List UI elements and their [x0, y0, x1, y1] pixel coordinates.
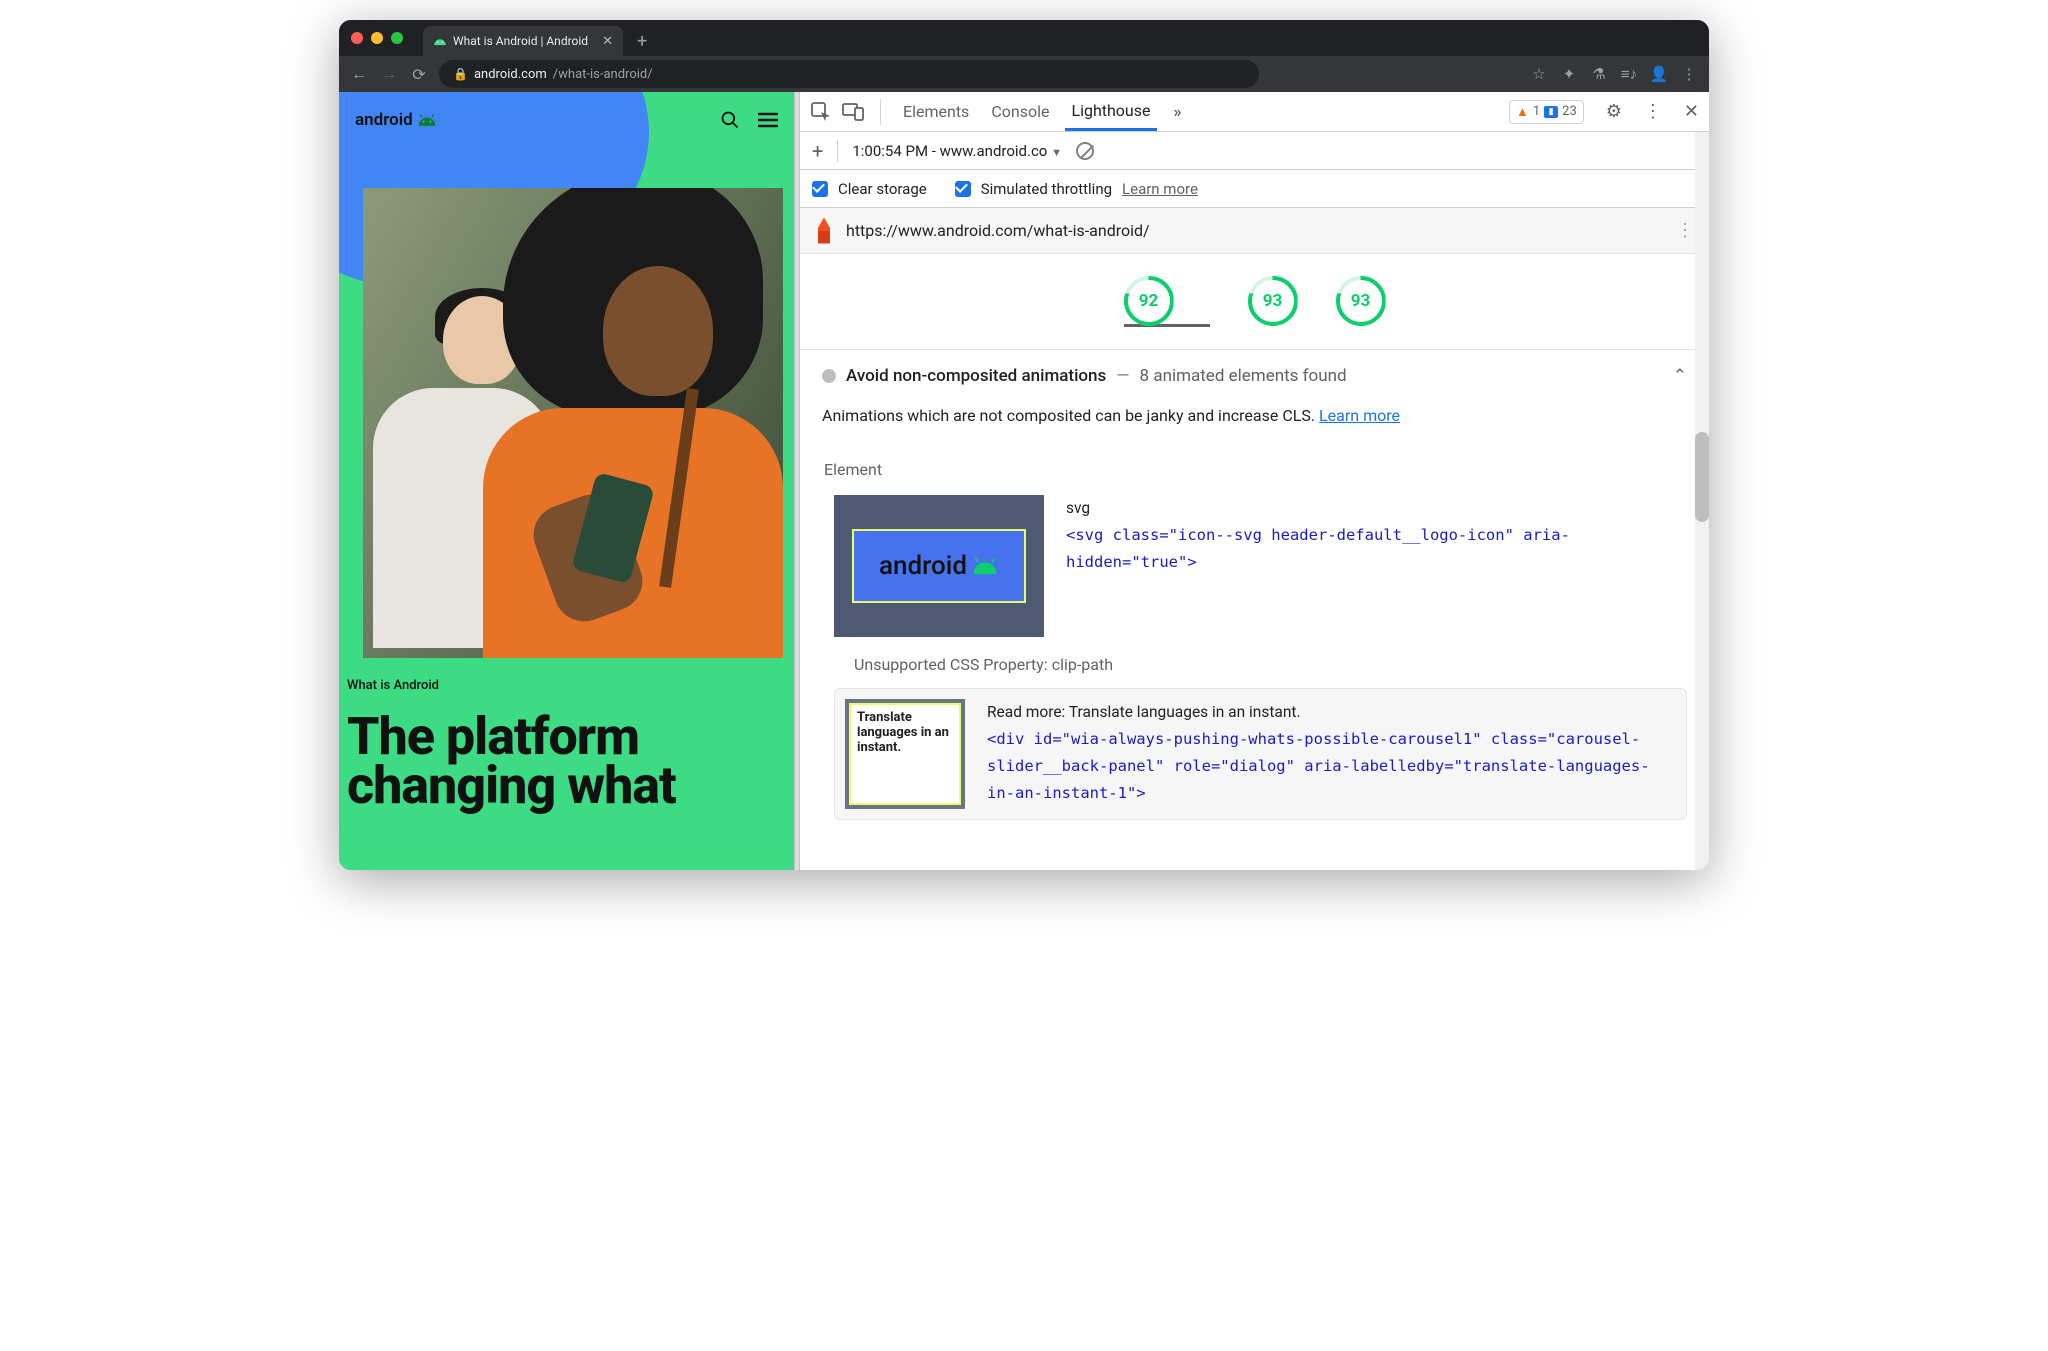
devtools-tabbar: Elements Console Lighthouse » ▲1▮23 ⚙ ⋮ …	[800, 92, 1709, 132]
rendered-page: android What is Android The platformchan…	[339, 92, 794, 870]
brand-logo[interactable]: android	[355, 110, 437, 130]
browser-window: What is Android | Android ✕ + ← → ⟳ 🔒 an…	[339, 20, 1709, 870]
audit-header[interactable]: Avoid non-composited animations — 8 anim…	[822, 366, 1687, 386]
inspect-element-icon[interactable]	[810, 101, 832, 123]
tab-elements[interactable]: Elements	[897, 92, 975, 131]
audited-url-row: https://www.android.com/what-is-android/…	[800, 208, 1709, 254]
audit-title: Avoid non-composited animations	[846, 366, 1106, 386]
report-selector[interactable]: 1:00:54 PM - www.android.co ▼	[852, 142, 1062, 160]
element-code-2[interactable]: <div id="wia-always-pushing-whats-possib…	[987, 726, 1676, 807]
devtools-scrollbar[interactable]	[1695, 132, 1709, 870]
audit-item: Avoid non-composited animations — 8 anim…	[800, 349, 1709, 836]
window-titlebar: What is Android | Android ✕ +	[339, 20, 1709, 56]
new-report-button[interactable]: +	[812, 139, 823, 163]
simulated-throttling-checkbox[interactable]	[955, 181, 971, 197]
hamburger-menu-icon[interactable]	[758, 112, 778, 128]
bookmark-star-icon[interactable]: ☆	[1529, 65, 1549, 83]
element-thumbnail-2[interactable]: Translate languages in an instant.	[845, 699, 965, 809]
element-readmore-2: Read more: Translate languages in an ins…	[987, 699, 1676, 726]
tab-title: What is Android | Android	[453, 34, 588, 48]
search-icon[interactable]	[720, 110, 740, 130]
url-host: android.com	[474, 67, 547, 82]
element-section-label: Element	[824, 460, 1687, 479]
hero-image	[363, 188, 783, 658]
page-headline: The platformchanging what	[347, 713, 794, 811]
settings-gear-icon[interactable]: ⚙	[1606, 101, 1622, 122]
nav-toolbar: ← → ⟳ 🔒 android.com/what-is-android/ ☆ ✦…	[339, 56, 1709, 92]
lighthouse-options: Clear storage Simulated throttling Learn…	[800, 170, 1709, 208]
audit-status-icon	[822, 369, 836, 383]
issues-badge[interactable]: ▲1▮23	[1509, 100, 1584, 124]
reload-button[interactable]: ⟳	[409, 65, 429, 84]
close-devtools-icon[interactable]: ✕	[1684, 101, 1699, 122]
bugdroid-icon	[971, 557, 999, 575]
element-row-1: android svg <svg class="icon--svg header…	[834, 495, 1687, 637]
element-thumbnail-1[interactable]: android	[834, 495, 1044, 637]
close-tab-icon[interactable]: ✕	[602, 34, 613, 49]
lighthouse-toolbar: + 1:00:54 PM - www.android.co ▼	[800, 132, 1709, 170]
tab-console[interactable]: Console	[985, 92, 1055, 131]
url-path: /what-is-android/	[553, 67, 653, 82]
lighthouse-icon	[814, 218, 834, 244]
reading-list-icon[interactable]: ≡♪	[1619, 65, 1639, 83]
element-tag-1: svg	[1066, 495, 1687, 522]
browser-tab[interactable]: What is Android | Android ✕	[423, 26, 623, 56]
element-code-1[interactable]: <svg class="icon--svg header-default__lo…	[1066, 522, 1687, 576]
extensions-icon[interactable]: ✦	[1559, 65, 1579, 83]
sub-issue-label: Unsupported CSS Property: clip-path	[854, 655, 1687, 674]
android-favicon-icon	[433, 34, 447, 48]
forward-button[interactable]: →	[379, 64, 399, 84]
browser-menu-icon[interactable]: ⋮	[1679, 65, 1699, 83]
window-controls	[351, 32, 403, 44]
profile-avatar-icon[interactable]: 👤	[1649, 65, 1669, 83]
score-gauge-2[interactable]: 93	[1248, 276, 1298, 326]
clear-storage-label: Clear storage	[838, 180, 927, 198]
page-header: android	[339, 92, 794, 148]
devtools-panel: Elements Console Lighthouse » ▲1▮23 ⚙ ⋮ …	[800, 92, 1709, 870]
audit-subtitle: 8 animated elements found	[1140, 366, 1347, 386]
devtools-menu-icon[interactable]: ⋮	[1644, 101, 1662, 122]
device-toolbar-icon[interactable]	[842, 101, 864, 123]
element-row-2: Translate languages in an instant. Read …	[834, 688, 1687, 820]
bugdroid-icon	[417, 113, 437, 127]
clear-storage-checkbox[interactable]	[812, 181, 828, 197]
lock-icon: 🔒	[453, 67, 468, 81]
close-window-icon[interactable]	[351, 32, 363, 44]
tab-lighthouse[interactable]: Lighthouse	[1065, 92, 1156, 131]
chevron-up-icon: ⌃	[1673, 366, 1687, 386]
page-kicker: What is Android	[347, 678, 794, 693]
score-gauges: 92 93 93	[800, 254, 1709, 349]
score-gauge-3[interactable]: 93	[1336, 276, 1386, 326]
report-menu-icon[interactable]: ⋮	[1676, 220, 1695, 241]
audit-description: Animations which are not composited can …	[822, 404, 1687, 428]
new-tab-button[interactable]: +	[637, 31, 647, 52]
minimize-window-icon[interactable]	[371, 32, 383, 44]
audited-url: https://www.android.com/what-is-android/	[846, 221, 1150, 240]
audit-learn-more-link[interactable]: Learn more	[1319, 406, 1400, 425]
score-gauge-1[interactable]: 92	[1124, 276, 1174, 326]
labs-flask-icon[interactable]: ⚗	[1589, 65, 1609, 83]
more-tabs-icon[interactable]: »	[1167, 101, 1189, 123]
simulated-throttling-label: Simulated throttling	[981, 180, 1112, 198]
address-bar[interactable]: 🔒 android.com/what-is-android/	[439, 60, 1259, 88]
fullscreen-window-icon[interactable]	[391, 32, 403, 44]
clear-reports-icon[interactable]	[1076, 142, 1094, 160]
back-button[interactable]: ←	[349, 64, 369, 84]
throttling-learn-more-link[interactable]: Learn more	[1122, 180, 1198, 198]
brand-text: android	[355, 110, 413, 130]
